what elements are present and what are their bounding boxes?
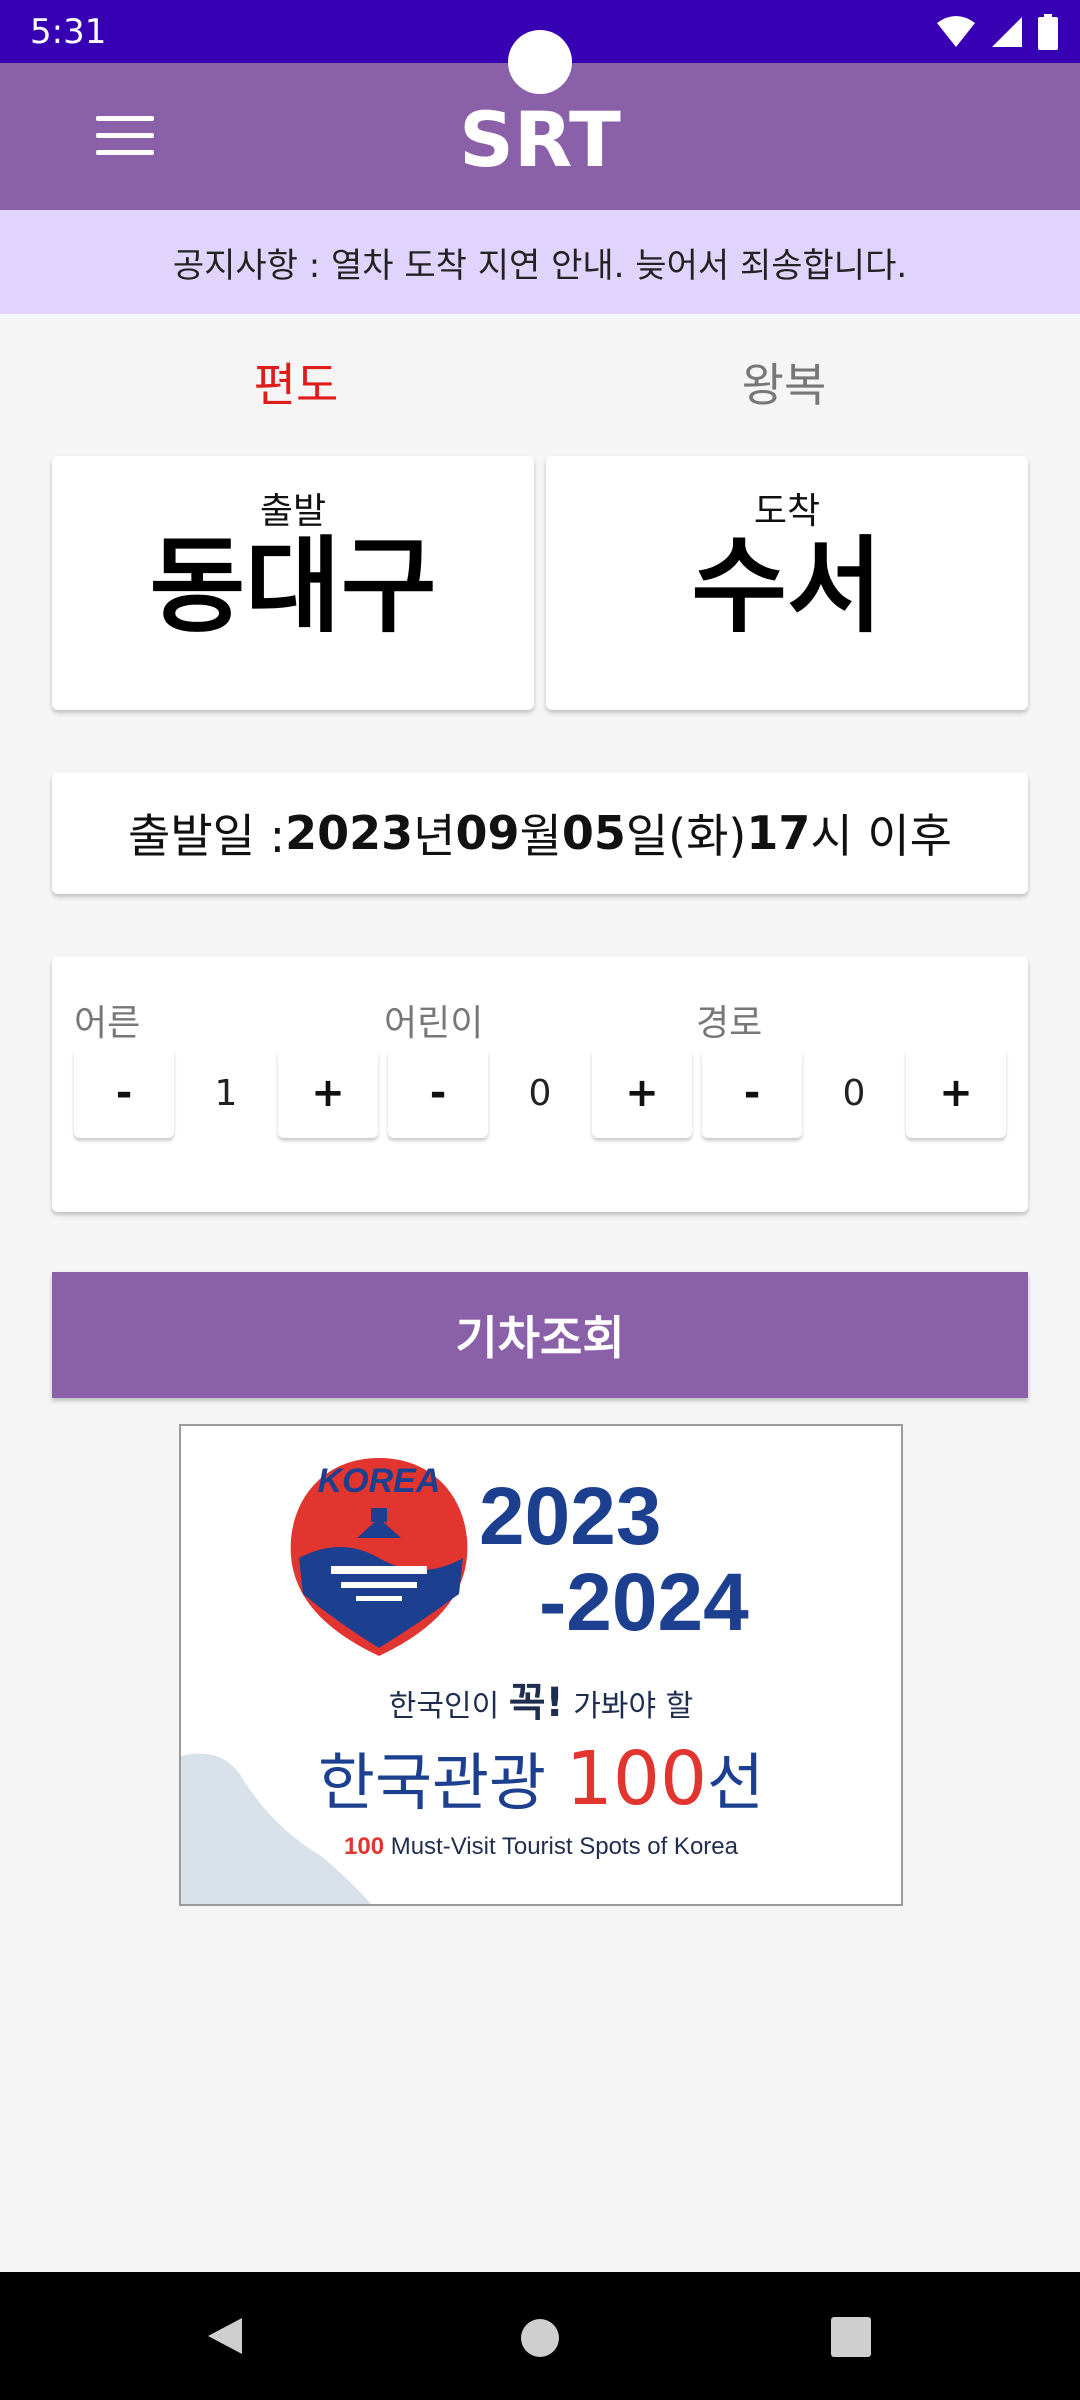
departure-station-name: 동대구 bbox=[149, 525, 437, 647]
banner-tagline-emph: 꼭! bbox=[509, 1680, 564, 1726]
home-icon[interactable] bbox=[518, 2316, 562, 2360]
date-prefix: 출발일 : bbox=[128, 809, 286, 863]
menu-icon[interactable] bbox=[96, 116, 154, 156]
notice-banner: 공지사항 : 열차 도착 지연 안내. 늦어서 죄송합니다. bbox=[0, 210, 1080, 314]
svg-text:100 Must-Visit Tourist Spots o: 100 Must-Visit Tourist Spots of Korea bbox=[344, 1833, 739, 1860]
date-year-unit: 년 bbox=[413, 809, 456, 863]
status-time: 5:31 bbox=[30, 12, 107, 52]
search-trains-button[interactable]: 기차조회 bbox=[52, 1272, 1028, 1398]
notice-text: 공지사항 : 열차 도착 지연 안내. 늦어서 죄송합니다. bbox=[172, 245, 908, 286]
date-year: 2023 bbox=[285, 806, 414, 860]
date-hour: 17 bbox=[746, 806, 811, 860]
senior-count: 0 bbox=[842, 1072, 866, 1114]
svg-text:한국관광 100선: 한국관광 100선 bbox=[318, 1736, 764, 1822]
app-title: SRT bbox=[459, 95, 621, 184]
banner-tagline-prefix: 한국인이 bbox=[389, 1689, 509, 1724]
signal-icon bbox=[992, 17, 1022, 47]
banner-graphic: KOREA 2023 -2024 한국인이 꼭! 가봐야 할 한국관광 100선… bbox=[181, 1458, 764, 1904]
child-count: 0 bbox=[528, 1072, 552, 1114]
arrival-station-name: 수서 bbox=[691, 525, 883, 647]
korea-pin-logo: KOREA bbox=[290, 1458, 468, 1656]
child-plus-button[interactable]: + bbox=[592, 1048, 692, 1138]
departure-date-card[interactable]: 출발일 : 2023 년 09 월 05 일(화) 17 시 이후 bbox=[52, 772, 1028, 894]
banner-subtitle: Must-Visit Tourist Spots of Korea bbox=[384, 1833, 739, 1860]
date-month-unit: 월 bbox=[519, 809, 562, 863]
banner-subtitle-num: 100 bbox=[344, 1833, 384, 1860]
back-icon[interactable] bbox=[202, 2314, 246, 2358]
senior-minus-button[interactable]: - bbox=[702, 1048, 802, 1138]
banner-tagline-suffix: 가봐야 할 bbox=[564, 1689, 693, 1724]
departure-station-card[interactable]: 출발 동대구 bbox=[52, 456, 534, 710]
senior-label: 경로 bbox=[696, 1003, 763, 1044]
adult-label: 어른 bbox=[74, 1003, 141, 1044]
senior-plus-button[interactable]: + bbox=[906, 1048, 1006, 1138]
camera-cutout bbox=[508, 30, 572, 94]
passenger-card: 어른 어린이 경로 - 1 + - 0 + - 0 + bbox=[52, 956, 1028, 1212]
tab-one-way[interactable]: 편도 bbox=[146, 350, 446, 420]
date-day: 05 bbox=[561, 806, 626, 860]
svg-text:한국인이 꼭! 가봐야 할: 한국인이 꼭! 가봐야 할 bbox=[389, 1680, 693, 1726]
date-month: 09 bbox=[455, 806, 520, 860]
banner-year-line2: -2024 bbox=[539, 1557, 749, 1648]
adult-plus-button[interactable]: + bbox=[278, 1048, 378, 1138]
banner-title-suffix: 선 bbox=[707, 1746, 764, 1819]
tourism-banner[interactable]: KOREA 2023 -2024 한국인이 꼭! 가봐야 할 한국관광 100선… bbox=[179, 1424, 903, 1906]
adult-minus-button[interactable]: - bbox=[74, 1048, 174, 1138]
banner-logo-text: KOREA bbox=[318, 1462, 441, 1500]
banner-year-line1: 2023 bbox=[479, 1471, 661, 1562]
child-minus-button[interactable]: - bbox=[388, 1048, 488, 1138]
battery-icon bbox=[1038, 14, 1058, 50]
navigation-bar bbox=[0, 2272, 1080, 2400]
arrival-station-card[interactable]: 도착 수서 bbox=[546, 456, 1028, 710]
date-hour-unit: 시 이후 bbox=[810, 809, 952, 863]
adult-count: 1 bbox=[214, 1072, 238, 1114]
wifi-icon bbox=[937, 16, 975, 47]
recents-icon[interactable] bbox=[830, 2316, 872, 2358]
banner-title-prefix: 한국관광 bbox=[318, 1746, 566, 1819]
banner-title-num: 100 bbox=[566, 1736, 707, 1822]
date-day-unit: 일(화) bbox=[625, 809, 747, 863]
child-label: 어린이 bbox=[384, 1003, 484, 1044]
tab-round-trip[interactable]: 왕복 bbox=[634, 350, 934, 420]
status-icons bbox=[936, 12, 1058, 52]
